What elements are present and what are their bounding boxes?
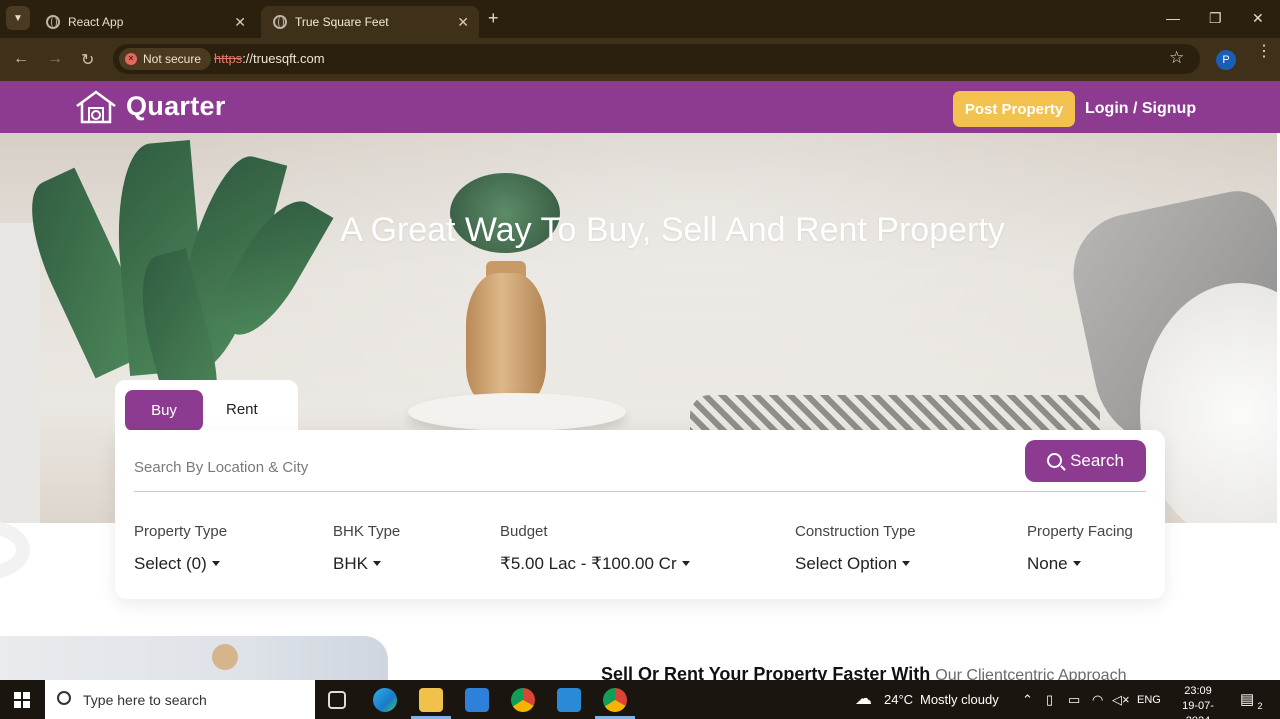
- caret-down-icon: [902, 561, 911, 566]
- url-text[interactable]: https://truesqft.com: [214, 51, 325, 66]
- caret-down-icon: [211, 561, 220, 566]
- globe-icon: [273, 15, 287, 29]
- tab-buy[interactable]: Buy: [125, 390, 203, 431]
- taskbar-clock[interactable]: 23:09 19-07-2024: [1170, 684, 1226, 719]
- filter-property-facing: Property Facing None: [1027, 523, 1133, 574]
- property-type-dropdown[interactable]: Select (0): [134, 554, 220, 574]
- volume-muted-icon[interactable]: ◁×: [1112, 692, 1130, 708]
- globe-icon: [46, 15, 60, 29]
- tab-search-chevron-icon[interactable]: ▼: [6, 6, 30, 30]
- bookmark-star-icon[interactable]: ☆: [1169, 48, 1184, 68]
- windows-taskbar: Type here to search ☁ 24°C Mostly cloudy…: [0, 680, 1280, 719]
- dropdown-value: BHK: [333, 554, 368, 573]
- notification-count: 2: [1254, 700, 1266, 712]
- filter-construction-type: Construction Type Select Option: [795, 523, 916, 574]
- taskbar-search-placeholder: Type here to search: [83, 692, 207, 708]
- language-indicator[interactable]: ENG: [1137, 694, 1161, 706]
- search-button[interactable]: Search: [1025, 440, 1146, 482]
- caret-down-icon: [681, 561, 690, 566]
- browser-tab-bar: ▼ React App ✕ True Square Feet ✕ + — ❐ ✕: [0, 0, 1280, 38]
- notification-icon[interactable]: ▤: [1240, 690, 1254, 708]
- filter-label: Budget: [500, 523, 548, 540]
- brand-name[interactable]: Quarter: [126, 91, 226, 122]
- vase: [466, 273, 546, 405]
- chrome-icon[interactable]: [511, 688, 535, 712]
- mail-icon[interactable]: [465, 688, 489, 712]
- new-tab-plus-icon[interactable]: +: [488, 8, 499, 29]
- close-icon[interactable]: ✕: [457, 14, 469, 31]
- address-bar-row: ← → ↻ Not secure https://truesqft.com ☆: [0, 38, 1280, 81]
- search-icon: [57, 691, 71, 705]
- post-property-button[interactable]: Post Property: [953, 91, 1075, 127]
- chrome-active-icon[interactable]: [603, 688, 627, 712]
- budget-dropdown[interactable]: ₹5.00 Lac - ₹100.00 Cr: [500, 554, 690, 574]
- search-button-label: Search: [1070, 451, 1124, 470]
- hero-wall-panel: [0, 223, 40, 523]
- window-close-icon[interactable]: ✕: [1252, 10, 1264, 27]
- login-signup-link[interactable]: Login / Signup: [1085, 100, 1196, 118]
- battery-icon[interactable]: ▭: [1068, 692, 1080, 708]
- construction-type-dropdown[interactable]: Select Option: [795, 554, 911, 574]
- dropdown-value: Select (0): [134, 554, 207, 573]
- meet-now-icon[interactable]: ▯: [1046, 692, 1053, 708]
- wifi-icon[interactable]: ◠: [1092, 692, 1103, 708]
- forward-arrow-icon[interactable]: →: [47, 50, 63, 68]
- back-arrow-icon[interactable]: ←: [13, 50, 29, 68]
- taskbar-search-box[interactable]: Type here to search: [45, 680, 315, 719]
- site-header: Quarter Post Property Login / Signup: [0, 81, 1280, 133]
- search-icon: [1047, 453, 1063, 468]
- tab-title: React App: [68, 15, 124, 29]
- filter-label: Property Type: [134, 523, 228, 540]
- filter-property-type: Property Type Select (0): [134, 523, 227, 574]
- filter-label: Property Facing: [1027, 523, 1133, 540]
- browser-menu-icon[interactable]: ⋮: [1256, 44, 1272, 60]
- tab-title: True Square Feet: [295, 15, 389, 29]
- windows-start-icon[interactable]: [14, 692, 30, 708]
- dropdown-value: Select Option: [795, 554, 898, 573]
- property-image: [0, 636, 388, 686]
- profile-avatar[interactable]: P: [1216, 50, 1236, 70]
- url-host: ://truesqft.com: [242, 51, 325, 66]
- task-view-icon[interactable]: [328, 691, 346, 709]
- caret-down-icon: [372, 561, 381, 566]
- browser-tab-true-square-feet[interactable]: True Square Feet ✕: [261, 6, 479, 38]
- reload-icon[interactable]: ↻: [81, 50, 94, 70]
- clock-date: 19-07-2024: [1182, 700, 1214, 719]
- edge-browser-icon[interactable]: [373, 688, 397, 712]
- house-logo-icon: [76, 90, 116, 124]
- filter-bhk-type: BHK Type BHK: [333, 523, 400, 574]
- not-secure-badge[interactable]: Not secure: [119, 48, 212, 70]
- restore-icon[interactable]: ❐: [1209, 10, 1222, 27]
- caret-down-icon: [1072, 561, 1081, 566]
- blanket: [690, 395, 1100, 435]
- location-search-input[interactable]: [134, 452, 1004, 482]
- search-panel: Search Property Type Select (0) BHK Type…: [115, 430, 1165, 599]
- close-icon[interactable]: ✕: [234, 14, 246, 31]
- property-facing-dropdown[interactable]: None: [1027, 554, 1081, 574]
- tray-chevron-icon[interactable]: ⌃: [1022, 692, 1033, 708]
- minimize-icon[interactable]: —: [1166, 10, 1180, 26]
- filter-label: Construction Type: [795, 523, 916, 540]
- weather-temp[interactable]: 24°C: [884, 692, 913, 707]
- clock-time: 23:09: [1184, 685, 1212, 697]
- browser-tab-react-app[interactable]: React App ✕: [34, 6, 256, 38]
- url-scheme: https: [214, 51, 243, 66]
- filter-budget: Budget ₹5.00 Lac - ₹100.00 Cr: [500, 523, 690, 574]
- omnibox[interactable]: Not secure https://truesqft.com ☆: [113, 44, 1200, 74]
- search-underline: [134, 491, 1146, 492]
- lamp: [212, 644, 238, 670]
- filter-label: BHK Type: [333, 523, 401, 540]
- weather-text[interactable]: Mostly cloudy: [920, 692, 999, 707]
- decorative-arc: [0, 520, 30, 580]
- dropdown-value: ₹5.00 Lac - ₹100.00 Cr: [500, 554, 677, 573]
- bhk-dropdown[interactable]: BHK: [333, 554, 381, 574]
- tab-rent[interactable]: Rent: [226, 401, 258, 418]
- side-table: [408, 393, 626, 431]
- dropdown-value: None: [1027, 554, 1068, 573]
- vscode-icon[interactable]: [557, 688, 581, 712]
- weather-cloud-icon[interactable]: ☁: [855, 689, 872, 709]
- hero-title: A Great Way To Buy, Sell And Rent Proper…: [340, 211, 1005, 249]
- file-explorer-icon[interactable]: [419, 688, 443, 712]
- search-mode-tabs: Buy Rent: [115, 380, 298, 432]
